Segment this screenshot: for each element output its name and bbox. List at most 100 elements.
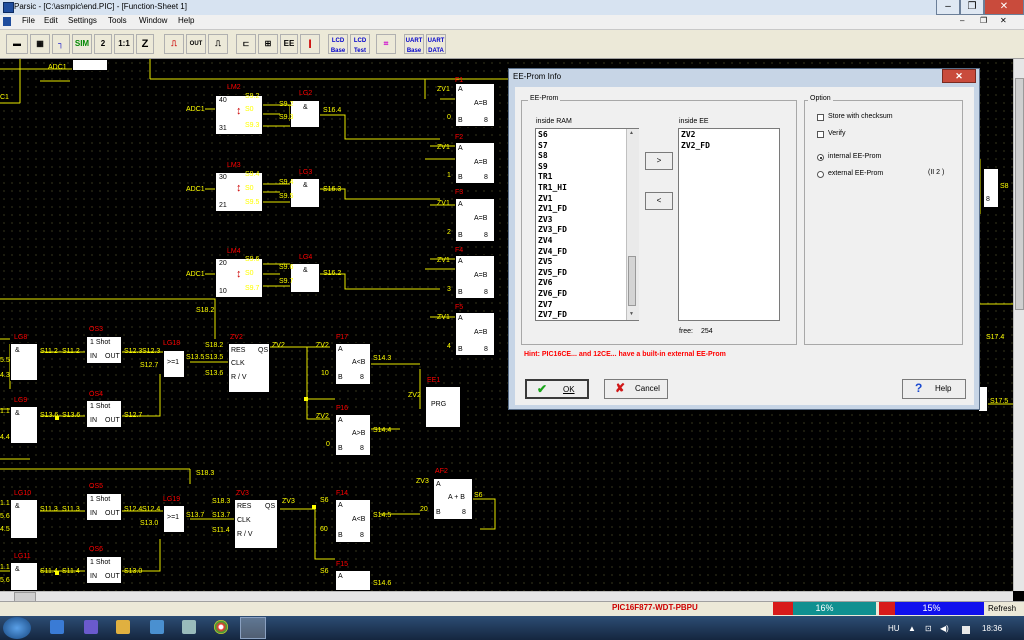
external-eeprom-radio[interactable] xyxy=(817,171,824,178)
refresh-button[interactable]: Refresh xyxy=(988,604,1016,613)
list-item[interactable]: ZV6 xyxy=(538,278,626,289)
cmp-block-1[interactable]: A A=B B 8 xyxy=(455,83,495,127)
help-button[interactable]: ? Help xyxy=(902,379,966,399)
wire-icon[interactable]: ┐ xyxy=(52,34,70,54)
tray-arrow-icon[interactable]: ▲ xyxy=(908,624,916,633)
list-item[interactable]: S6 xyxy=(538,130,626,141)
minimize-icon[interactable]: – xyxy=(936,0,960,15)
tray-flag-icon[interactable] xyxy=(962,626,970,634)
uart-base-button[interactable]: UART Base xyxy=(404,34,424,54)
menu-window[interactable]: Window xyxy=(139,16,167,25)
input-pulse-icon[interactable]: ⎍ xyxy=(164,34,184,54)
list-item[interactable]: ZV4_FD xyxy=(538,247,626,258)
ram-list-thumb[interactable] xyxy=(628,256,636,306)
list-item[interactable]: ZV5 xyxy=(538,257,626,268)
list-item[interactable]: ZV3_FD xyxy=(538,225,626,236)
tray-network-icon[interactable]: ⊡ xyxy=(925,624,932,633)
list-item[interactable]: ZV2_FD xyxy=(681,141,777,152)
taskbar-folder-icon[interactable] xyxy=(116,620,130,634)
os6-one-shot[interactable]: 1 Shot IN OUT xyxy=(86,556,122,584)
os5-one-shot[interactable]: 1 Shot IN OUT xyxy=(86,493,122,521)
move-right-button[interactable]: > xyxy=(645,152,673,170)
list-item[interactable]: ZV6_FD xyxy=(538,289,626,300)
list-item[interactable]: ZV5_FD xyxy=(538,268,626,279)
menu-tools[interactable]: Tools xyxy=(108,16,127,25)
os3-one-shot[interactable]: 1 Shot IN OUT xyxy=(86,336,122,364)
sim-button[interactable]: SIM xyxy=(72,34,92,54)
cancel-button[interactable]: ✘ Cancel xyxy=(604,379,668,399)
lg9-and-gate[interactable]: & xyxy=(10,406,38,444)
lg10-and-gate[interactable]: & xyxy=(10,499,38,539)
taskbar-ie-icon[interactable] xyxy=(50,620,64,634)
mdi-restore-icon[interactable]: ❐ xyxy=(980,16,987,25)
taskbar-parsic-icon[interactable] xyxy=(240,617,266,639)
lm4-block[interactable]: 20 10 ↕ xyxy=(215,258,263,298)
cmp-block-3[interactable]: A A=B B 8 xyxy=(455,198,495,242)
zv3-counter[interactable]: RES QS CLK R / V xyxy=(234,499,278,549)
scroll-down-icon[interactable]: ▼ xyxy=(629,311,634,317)
f17-compare[interactable]: A A<B B 8 xyxy=(335,343,371,385)
ok-button[interactable]: ✔ OK xyxy=(525,379,589,399)
mdi-minimize-icon[interactable]: – xyxy=(960,16,964,25)
ee1-prg-block[interactable]: PRG xyxy=(425,386,461,428)
start-button[interactable] xyxy=(3,617,31,639)
grid-icon[interactable]: ▦ xyxy=(30,34,50,54)
menu-settings[interactable]: Settings xyxy=(68,16,97,25)
f14-compare[interactable]: A A<B B 8 xyxy=(335,499,371,543)
verify-checkbox[interactable] xyxy=(817,131,824,138)
taskbar-save-icon[interactable] xyxy=(84,620,98,634)
menu-edit[interactable]: Edit xyxy=(44,16,58,25)
vertical-scroll-thumb[interactable] xyxy=(1015,78,1024,310)
store-checksum-checkbox[interactable] xyxy=(817,114,824,121)
right-block-1[interactable]: 8 xyxy=(983,168,999,208)
chip-icon[interactable]: ▬ xyxy=(6,34,28,54)
mdi-close-icon[interactable]: ✕ xyxy=(1000,16,1007,25)
list-item[interactable]: ZV2 xyxy=(681,130,777,141)
uart-data-button[interactable]: UART DATA xyxy=(426,34,446,54)
lm3-block[interactable]: 30 21 ↕ xyxy=(215,172,263,212)
cmp-block-5[interactable]: A A=B B 8 xyxy=(455,312,495,356)
ee-list-items[interactable]: ZV2 ZV2_FD xyxy=(681,130,777,319)
pulse-icon[interactable]: ⎍ xyxy=(208,34,228,54)
list-item[interactable]: ZV3 xyxy=(538,215,626,226)
lm2-block[interactable]: 40 31 ↕ xyxy=(215,95,263,135)
lm2-and-gate[interactable]: & xyxy=(290,100,320,128)
lg8-and-gate[interactable]: & xyxy=(10,343,38,381)
menu-help[interactable]: Help xyxy=(178,16,194,25)
cmp-block-4[interactable]: A A=B B 8 xyxy=(455,255,495,299)
list-item[interactable]: TR1_HI xyxy=(538,183,626,194)
cmp-block-2[interactable]: A A=B B 8 xyxy=(455,142,495,184)
taskbar-app-icon[interactable] xyxy=(150,620,164,634)
list-item[interactable]: TR1 xyxy=(538,172,626,183)
list-item[interactable]: S7 xyxy=(538,141,626,152)
out-button[interactable]: OUT xyxy=(186,34,206,54)
ram-list-items[interactable]: S6 S7 S8 S9 TR1 TR1_HI ZV1 ZV1_FD ZV3 ZV3_FD ZV4 ZV… xyxy=(538,130,626,319)
language-indicator[interactable]: HU xyxy=(888,624,900,633)
block-icon[interactable]: ⊏ xyxy=(236,34,256,54)
zv2-counter[interactable]: RES QS CLK R / V xyxy=(228,343,270,393)
clock[interactable]: 18:36 xyxy=(982,624,1002,633)
lg11-and-gate[interactable]: & xyxy=(10,562,38,591)
list-item[interactable]: ZV4 xyxy=(538,236,626,247)
zoom-1-1-button[interactable]: 1:1 xyxy=(114,34,134,54)
ee-button[interactable]: EE xyxy=(280,34,298,54)
list-item[interactable]: ZV1_FD xyxy=(538,204,626,215)
list-item[interactable]: ZV1 xyxy=(538,194,626,205)
zoom-z-button[interactable]: Z xyxy=(136,34,154,54)
move-left-button[interactable]: < xyxy=(645,192,673,210)
lg18-or-gate[interactable]: >=1 xyxy=(163,350,185,378)
list-item[interactable]: ZV7 xyxy=(538,300,626,311)
f15-compare[interactable]: A xyxy=(335,570,371,591)
block-plus-icon[interactable]: ⊞ xyxy=(258,34,278,54)
zoom-2-button[interactable]: 2 xyxy=(94,34,112,54)
lcd-base-button[interactable]: LCD Base xyxy=(328,34,348,54)
close-icon[interactable]: ✕ xyxy=(984,0,1024,15)
list-item[interactable]: S9 xyxy=(538,162,626,173)
lg19-or-gate[interactable]: >=1 xyxy=(163,505,185,533)
menu-file[interactable]: File xyxy=(22,16,35,25)
os4-one-shot[interactable]: 1 Shot IN OUT xyxy=(86,400,122,428)
top-block[interactable] xyxy=(72,59,108,71)
taskbar-doc-icon[interactable] xyxy=(182,620,196,634)
list-item[interactable]: S8 xyxy=(538,151,626,162)
lm4-and-gate[interactable]: & xyxy=(290,263,320,293)
